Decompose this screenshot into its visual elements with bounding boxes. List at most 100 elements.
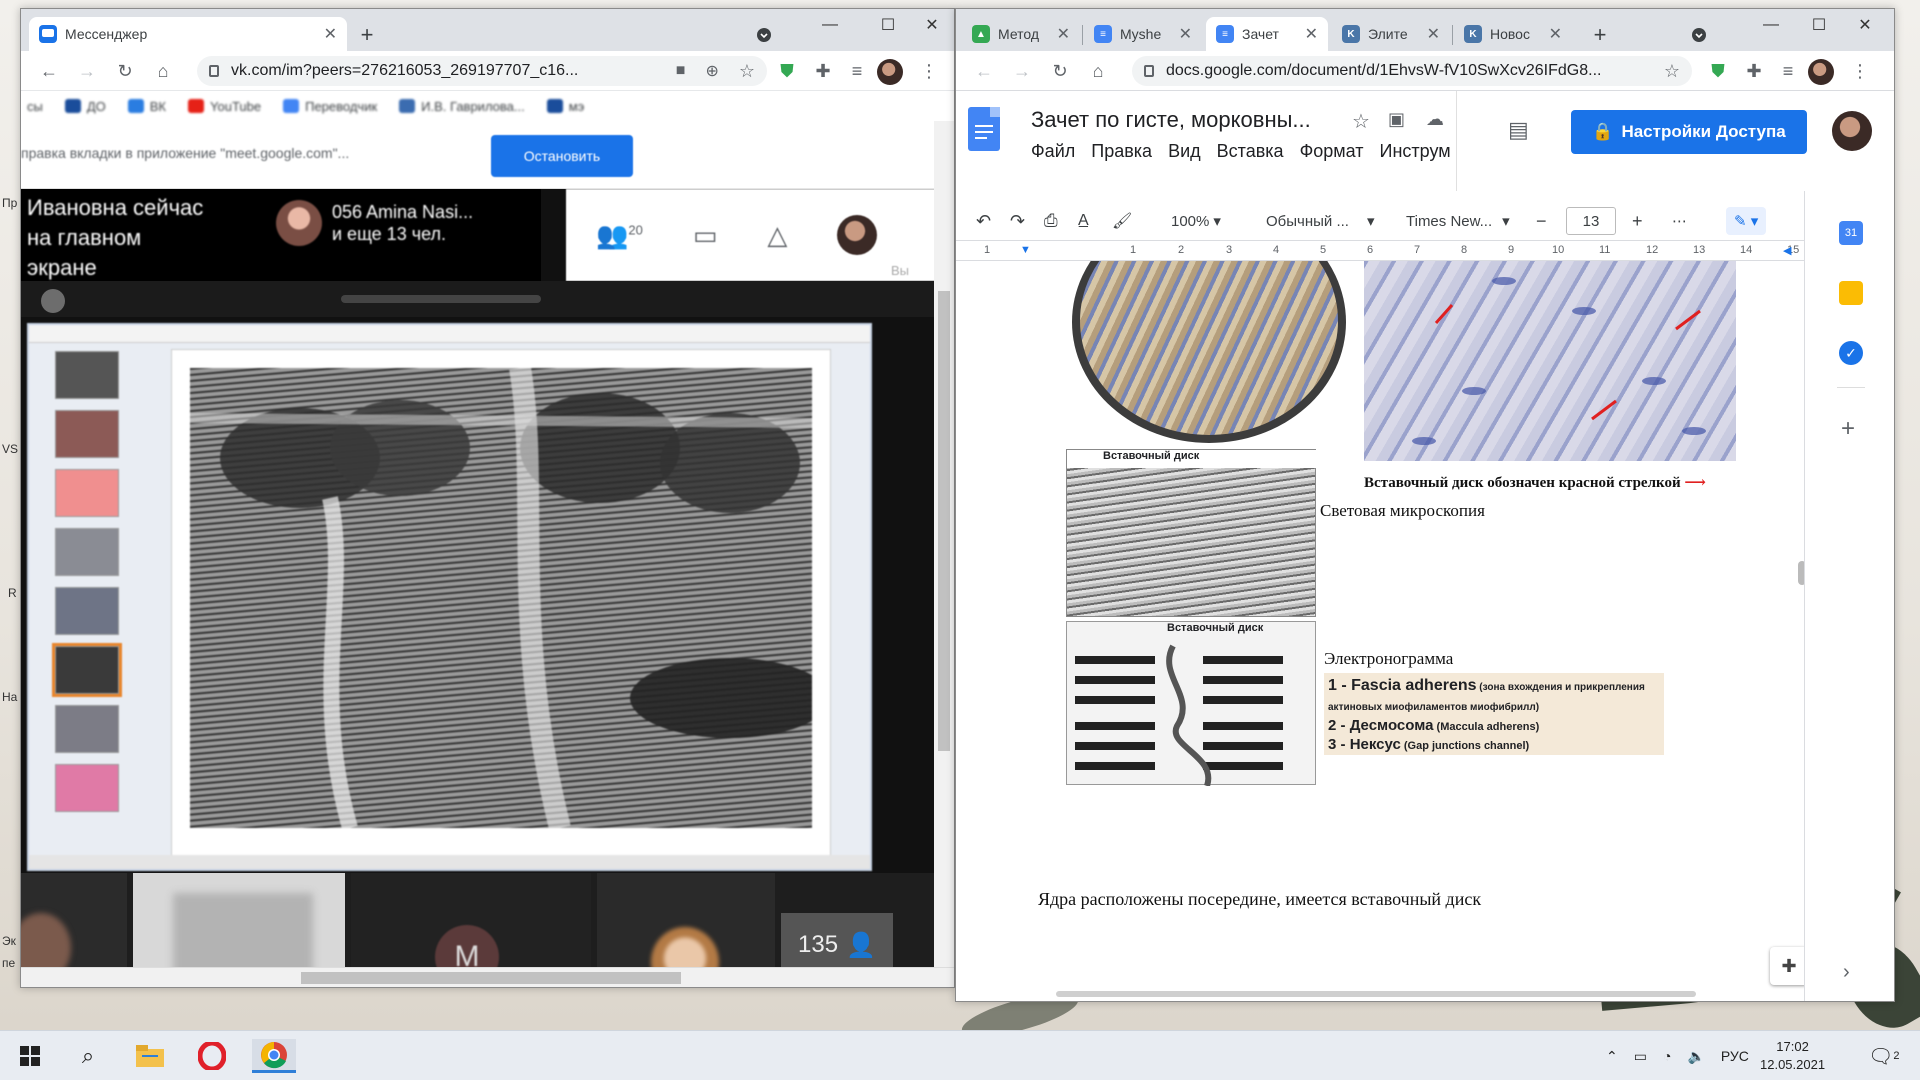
media-control-icon[interactable]: ≡ [843, 57, 871, 85]
chat-icon[interactable]: ▭ [693, 220, 718, 251]
bookmark[interactable]: ВК [127, 99, 166, 114]
bookmark[interactable]: И.В. Гаврилова... [399, 99, 525, 114]
stop-sharing-button[interactable]: Остановить [491, 135, 633, 177]
tab-myshe[interactable]: ≡ Myshe ✕ [1084, 17, 1202, 51]
tab-search-icon[interactable] [741, 19, 787, 51]
undo-icon[interactable]: ↶ [976, 207, 991, 235]
activities-icon[interactable]: △ [767, 220, 787, 251]
editing-mode-button[interactable]: ✎ ▾ [1726, 207, 1767, 235]
start-button[interactable] [8, 1039, 52, 1073]
vertical-scrollbar[interactable] [934, 121, 954, 967]
more-options-icon[interactable]: ⋯ [1672, 207, 1687, 235]
body-paragraph[interactable]: Ядра расположены посередине, имеется вст… [1038, 889, 1481, 910]
tab-elite[interactable]: K Элите ✕ [1332, 17, 1450, 51]
indent-marker-icon[interactable]: ▼ [1020, 244, 1031, 256]
extensions-icon[interactable]: ✚ [809, 57, 837, 85]
participant-video[interactable] [133, 873, 345, 977]
close-tab-icon[interactable]: ✕ [1305, 24, 1318, 44]
slide-thumb[interactable] [55, 528, 119, 576]
document-title[interactable]: Зачет по гисте, морковны... [1031, 107, 1311, 133]
bookmark[interactable]: YouTube [188, 99, 261, 114]
profile-avatar[interactable] [1808, 59, 1834, 85]
menu-file[interactable]: Файл [1031, 141, 1075, 162]
tab-zachet[interactable]: ≡ Зачет ✕ [1206, 17, 1328, 51]
style-select[interactable]: Обычный ... ▾ [1266, 207, 1375, 235]
desktop-icon-label[interactable]: пе [2, 956, 15, 970]
camera-icon[interactable]: ■ [676, 62, 686, 80]
zoom-icon[interactable]: ⊕ [705, 61, 718, 81]
slide-thumb-selected[interactable] [52, 643, 122, 697]
tasks-icon[interactable]: ✓ [1839, 341, 1863, 365]
calendar-icon[interactable]: 31 [1839, 221, 1863, 245]
media-control-icon[interactable]: ≡ [1774, 57, 1802, 85]
decrease-font-button[interactable]: − [1536, 207, 1547, 235]
new-tab-button[interactable]: + [353, 21, 381, 49]
slide-thumb[interactable] [55, 410, 119, 458]
star-icon[interactable]: ☆ [739, 61, 755, 82]
print-icon[interactable]: ⎙ [1044, 207, 1058, 235]
maximize-button[interactable]: ☐ [865, 9, 911, 41]
tab-messenger[interactable]: Мессенджер ✕ [29, 17, 347, 51]
docs-logo-icon[interactable] [968, 107, 1000, 151]
tab-novos[interactable]: K Новос ✕ [1454, 17, 1572, 51]
font-size-input[interactable]: 13 [1566, 207, 1616, 235]
document-page[interactable]: Вставочный диск обозначен красной стрелк… [956, 261, 1804, 997]
close-window-button[interactable]: ✕ [909, 9, 954, 41]
menu-edit[interactable]: Правка [1091, 141, 1152, 162]
chevron-right-icon[interactable]: › [1843, 961, 1850, 984]
comments-icon[interactable]: ▤ [1508, 117, 1529, 143]
file-explorer-icon[interactable] [128, 1039, 172, 1073]
shield-extension-icon[interactable]: ⛊ [773, 57, 801, 85]
paint-format-icon[interactable]: 🖌 [1112, 207, 1132, 235]
reload-button[interactable]: ↻ [111, 57, 139, 85]
desktop-icon-label[interactable]: На [2, 690, 17, 704]
desktop-icon-label[interactable]: Пр [2, 196, 17, 210]
clock[interactable]: 17:02 12.05.2021 [1760, 1031, 1825, 1080]
zoom-select[interactable]: 100% ▾ [1171, 207, 1221, 235]
participant-video[interactable] [597, 873, 775, 977]
tab-search-icon[interactable] [1676, 19, 1722, 51]
explore-icon[interactable]: ✚ [1770, 947, 1804, 985]
extensions-icon[interactable]: ✚ [1740, 57, 1768, 85]
participant-video[interactable] [21, 873, 127, 977]
menu-insert[interactable]: Вставка [1217, 141, 1284, 162]
profile-avatar[interactable] [877, 59, 903, 85]
move-folder-icon[interactable]: ▣ [1388, 109, 1405, 130]
increase-font-button[interactable]: + [1632, 207, 1643, 235]
spellcheck-icon[interactable]: A̲ [1078, 207, 1089, 235]
participant-video[interactable]: M [351, 873, 591, 977]
minimize-button[interactable]: — [807, 9, 853, 41]
slide-thumb[interactable] [55, 469, 119, 517]
people-icon[interactable]: 👥20 [596, 220, 643, 251]
forward-button[interactable]: → [1008, 57, 1036, 85]
add-addon-icon[interactable]: + [1841, 415, 1855, 443]
desktop-icon-label[interactable]: R [8, 586, 17, 600]
menu-tools[interactable]: Инструм [1380, 141, 1451, 162]
back-button[interactable]: ← [970, 57, 998, 85]
ruler[interactable]: 1 ▼ 1 2 3 4 5 6 7 8 9 10 11 12 13 14 15 … [956, 241, 1804, 261]
home-button[interactable]: ⌂ [1084, 57, 1112, 85]
close-tab-icon[interactable]: ✕ [324, 24, 337, 44]
chrome-menu-icon[interactable]: ⋮ [915, 57, 943, 85]
desktop-icon-label[interactable]: VS [2, 442, 18, 456]
home-button[interactable]: ⌂ [149, 57, 177, 85]
close-tab-icon[interactable]: ✕ [1427, 24, 1440, 44]
redo-icon[interactable]: ↷ [1010, 207, 1025, 235]
minimize-button[interactable]: — [1748, 9, 1794, 41]
bookmark[interactable]: мэ [546, 99, 584, 114]
volume-icon[interactable]: 🔈 [1687, 1048, 1704, 1065]
close-tab-icon[interactable]: ✕ [1549, 24, 1562, 44]
tab-metod[interactable]: ▲ Метод ✕ [962, 17, 1080, 51]
bookmark[interactable]: ДО [64, 99, 106, 114]
cloud-status-icon[interactable]: ☁ [1426, 109, 1444, 130]
chrome-menu-icon[interactable]: ⋮ [1846, 57, 1874, 85]
close-tab-icon[interactable]: ✕ [1179, 24, 1192, 44]
search-icon[interactable]: ⌕ [66, 1039, 110, 1073]
star-icon[interactable]: ☆ [1352, 109, 1370, 134]
menu-view[interactable]: Вид [1168, 141, 1201, 162]
font-select[interactable]: Times New... ▾ [1406, 207, 1510, 235]
wifi-icon[interactable]: ◔ [1663, 1048, 1671, 1064]
maximize-button[interactable]: ☐ [1796, 9, 1842, 41]
horizontal-scrollbar[interactable] [21, 967, 954, 987]
close-window-button[interactable]: ✕ [1842, 9, 1888, 41]
